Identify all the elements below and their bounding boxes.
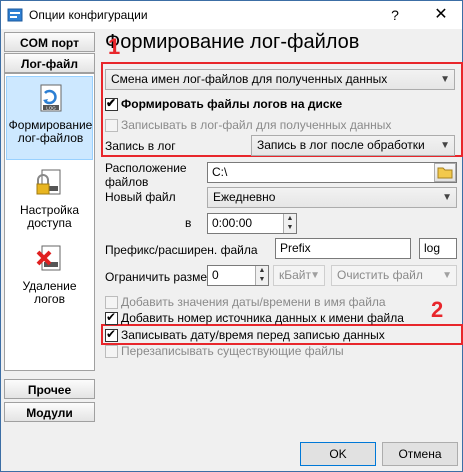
annotation-marker-2: 2 — [431, 297, 444, 322]
limit-size-input[interactable]: 0 ▲ ▼ — [207, 265, 269, 286]
write-to-log-value: Запись в лог после обработки — [257, 138, 425, 152]
nav-label-access: Настройка доступа — [19, 203, 80, 230]
write-datetime-checkbox[interactable]: ✔ Записывать дату/время перед записью да… — [105, 327, 425, 342]
spin-down-icon: ▼ — [286, 224, 294, 231]
app-icon — [7, 8, 23, 22]
chevron-down-icon: ▼ — [440, 74, 450, 85]
limit-size-label: Ограничить размер — [105, 270, 214, 284]
chevron-down-icon: ▼ — [442, 192, 452, 203]
folder-icon — [437, 167, 453, 179]
close-button[interactable]: ✕ — [421, 1, 461, 29]
browse-folder-button[interactable] — [434, 163, 456, 182]
nav-label-delete-logs: Удаление логов — [22, 279, 77, 306]
log-rotate-icon: LOG — [40, 84, 62, 112]
check-icon: ✔ — [106, 310, 117, 324]
size-unit-value: кБайт — [279, 268, 311, 282]
window-title: Опции конфигурации — [29, 8, 148, 22]
page-title: Формирование лог-файлов — [105, 31, 360, 53]
check-icon: ✔ — [106, 327, 117, 341]
location-label: Расположение файлов — [105, 161, 187, 189]
nav-label-log-formation: Формирование лог-файлов — [8, 118, 93, 145]
chevron-down-icon: ▼ — [440, 140, 450, 151]
prefix-label: Префикс/расширен. файла — [105, 243, 258, 257]
limit-size-value: 0 — [212, 268, 219, 282]
left-nav-panel: LOG Формирование лог-файлов Настройка до… — [4, 73, 95, 371]
chevron-down-icon: ▼ — [442, 270, 452, 281]
checkbox-box — [105, 119, 118, 132]
write-datetime-label: Записывать дату/время перед записью данн… — [121, 328, 385, 342]
log-file-button[interactable]: Лог-файл — [4, 53, 95, 73]
add-source-label: Добавить номер источника данных к имени … — [121, 311, 404, 325]
check-icon: ✔ — [106, 96, 117, 110]
lock-log-icon — [36, 169, 61, 195]
time-input[interactable]: 0:00:00 ▲ ▼ — [207, 213, 297, 234]
nav-item-log-formation[interactable]: LOG Формирование лог-файлов — [6, 76, 93, 160]
prefix-input[interactable]: Prefix — [275, 238, 411, 259]
delete-log-icon — [36, 245, 61, 271]
checkbox-box: ✔ — [105, 327, 118, 342]
chevron-down-icon: ▼ — [310, 270, 320, 281]
add-datetime-checkbox[interactable]: Добавить значения даты/времени в имя фай… — [105, 295, 425, 309]
checkbox-box — [105, 345, 118, 358]
help-button[interactable]: ? — [375, 1, 415, 29]
location-input[interactable]: C:\ — [207, 162, 457, 183]
location-value: C:\ — [212, 165, 228, 179]
ok-button[interactable]: OK — [300, 442, 376, 466]
make-logs-checkbox[interactable]: ✔ Формировать файлы логов на диске — [105, 96, 445, 111]
svg-text:LOG: LOG — [46, 105, 56, 110]
extension-value: log — [424, 241, 441, 255]
add-source-checkbox[interactable]: ✔ Добавить номер источника данных к имен… — [105, 310, 425, 325]
spin-down-icon: ▼ — [258, 276, 266, 283]
modules-button[interactable]: Модули — [4, 402, 95, 422]
new-file-dropdown[interactable]: Ежедневно ▼ — [207, 187, 457, 208]
limit-spinner[interactable]: ▲ ▼ — [255, 266, 268, 285]
make-logs-label: Формировать файлы логов на диске — [121, 97, 343, 111]
annotation-marker-1: 1 — [108, 34, 121, 59]
write-to-log-dropdown[interactable]: Запись в лог после обработки ▼ — [251, 135, 455, 156]
com-port-button[interactable]: COM порт — [4, 32, 95, 52]
other-button[interactable]: Прочее — [4, 379, 95, 399]
new-file-value: Ежедневно — [213, 190, 276, 204]
rename-logs-dropdown[interactable]: Смена имен лог-файлов для полученных дан… — [105, 69, 455, 90]
checkbox-box: ✔ — [105, 310, 118, 325]
checkbox-box: ✔ — [105, 96, 118, 111]
time-value: 0:00:00 — [212, 216, 253, 230]
clear-file-dropdown[interactable]: Очистить файл ▼ — [331, 265, 457, 286]
time-spinner[interactable]: ▲ ▼ — [283, 214, 296, 233]
cancel-button[interactable]: Отмена — [382, 442, 458, 466]
clear-file-value: Очистить файл — [337, 268, 423, 282]
title-bar: Опции конфигурации ? ✕ — [1, 1, 462, 29]
checkbox-box — [105, 296, 118, 309]
overwrite-checkbox[interactable]: Перезаписывать существующие файлы — [105, 344, 425, 358]
write-to-log-label: Запись в лог — [105, 139, 176, 153]
size-unit-dropdown[interactable]: кБайт ▼ — [273, 265, 325, 286]
config-dialog: Опции конфигурации ? ✕ COM порт Лог-файл… — [0, 0, 463, 472]
at-label: в — [185, 216, 192, 230]
nav-item-access[interactable]: Настройка доступа — [6, 162, 93, 246]
extension-input[interactable]: log — [419, 238, 457, 259]
add-datetime-label: Добавить значения даты/времени в имя фай… — [121, 295, 386, 309]
spin-up-icon: ▲ — [286, 215, 294, 222]
write-received-checkbox[interactable]: Записывать в лог-файл для полученных дан… — [105, 118, 445, 132]
rename-logs-value: Смена имен лог-файлов для полученных дан… — [111, 72, 388, 86]
nav-item-delete-logs[interactable]: Удаление логов — [6, 238, 93, 322]
spin-up-icon: ▲ — [258, 267, 266, 274]
new-file-label: Новый файл — [105, 190, 176, 204]
write-received-label: Записывать в лог-файл для полученных дан… — [121, 118, 392, 132]
overwrite-label: Перезаписывать существующие файлы — [121, 344, 344, 358]
prefix-value: Prefix — [280, 241, 311, 255]
